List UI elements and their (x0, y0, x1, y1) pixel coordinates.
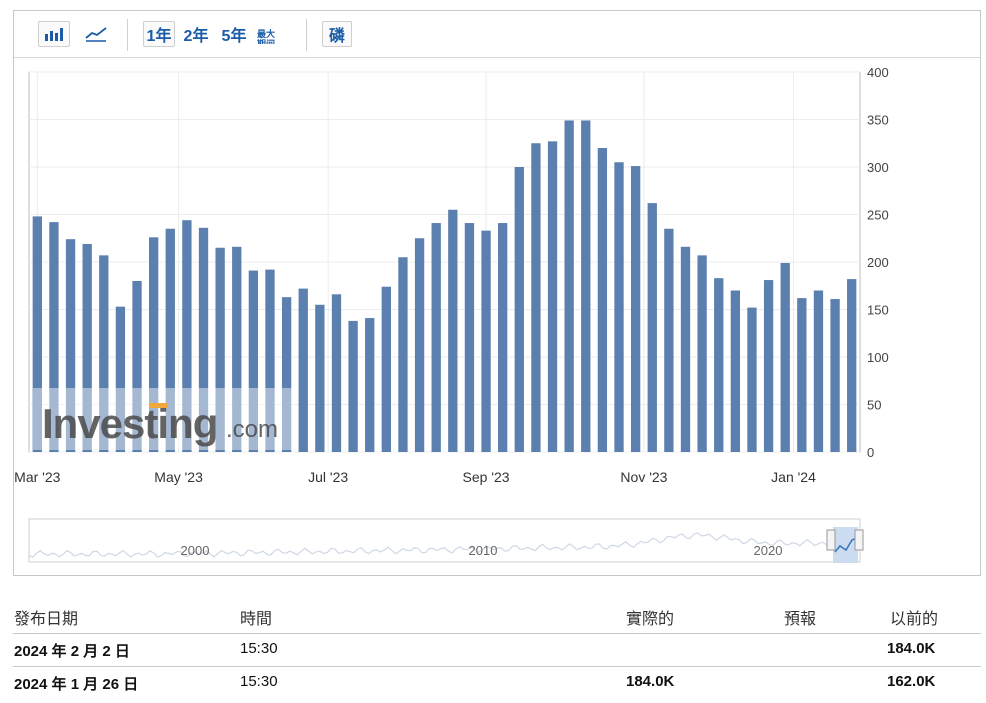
bar (365, 318, 375, 452)
x-tick-label: Jan '24 (771, 469, 816, 485)
bar (381, 286, 391, 452)
bar (414, 238, 425, 452)
x-tick-label: May '23 (154, 469, 203, 485)
bar (581, 120, 591, 452)
logo-accent (150, 403, 168, 408)
bar (614, 162, 624, 452)
bar (398, 257, 408, 452)
bar (547, 141, 558, 452)
header-actual: 實際的 (626, 611, 675, 628)
bar (647, 203, 657, 452)
bar (780, 262, 790, 452)
bar (630, 166, 641, 453)
bar (797, 298, 807, 452)
row-date: 2024 年 2 月 2 日 (14, 643, 130, 660)
x-tick-label: Nov '23 (620, 469, 667, 485)
y-tick-label: 250 (867, 208, 889, 223)
y-tick-label: 0 (867, 445, 874, 460)
x-tick-label: Jul '23 (308, 469, 348, 485)
row-date: 2024 年 1 月 26 日 (14, 676, 139, 693)
bar (448, 209, 458, 452)
row-time: 15:30 (240, 640, 278, 657)
bar (331, 294, 342, 452)
row-previous: 162.0K (887, 673, 936, 690)
table-divider (13, 633, 981, 634)
bar (830, 299, 840, 452)
bar (514, 167, 524, 452)
header-time: 時間 (240, 611, 273, 628)
bar (697, 255, 707, 452)
navigator-handle-right (854, 529, 864, 551)
navigator (28, 518, 861, 563)
row-actual: 184.0K (626, 673, 675, 690)
table-divider (13, 666, 981, 667)
bar (813, 290, 824, 452)
y-tick-label: 350 (867, 113, 889, 128)
bar (498, 223, 508, 452)
navigator-label: 2000 (181, 543, 210, 558)
row-time: 15:30 (240, 673, 278, 690)
bar (431, 223, 441, 452)
bar (680, 246, 691, 452)
bar (564, 120, 574, 452)
bar (464, 223, 475, 452)
y-tick-label: 50 (867, 398, 881, 413)
header-previous: 以前的 (890, 611, 939, 628)
bar (531, 143, 541, 452)
row-previous: 184.0K (887, 640, 936, 657)
bar (298, 288, 308, 452)
navigator-handle-left (826, 529, 836, 551)
investing-logo-suffix: .com (226, 416, 278, 443)
bar (348, 320, 358, 452)
bar (847, 279, 857, 452)
y-tick-label: 100 (867, 350, 889, 365)
chart-svg: 0 50 100 150 200 250 300 350 400 Investing .com Mar… (14, 65, 889, 563)
bar (714, 278, 724, 452)
bar (747, 307, 757, 452)
navigator-label: 2020 (754, 543, 783, 558)
y-tick-label: 400 (867, 65, 889, 80)
header-forecast: 預報 (784, 611, 817, 628)
bar (315, 304, 325, 452)
navigator-label: 2010 (469, 543, 498, 558)
header-date: 發布日期 (14, 611, 79, 628)
x-tick-label: Mar '23 (14, 469, 60, 485)
bar (664, 228, 674, 452)
navigator-selection (833, 527, 858, 563)
bar (763, 280, 774, 452)
investing-logo-text: Investing (42, 400, 217, 447)
bar (481, 230, 491, 452)
y-tick-label: 150 (867, 303, 889, 318)
bar (730, 290, 741, 452)
y-tick-label: 200 (867, 255, 889, 270)
y-tick-label: 300 (867, 160, 889, 175)
table-row: 2024 年 1 月 26 日 15:30 184.0K 162.0K (13, 673, 981, 703)
x-tick-label: Sep '23 (463, 469, 510, 485)
bar (597, 148, 608, 452)
